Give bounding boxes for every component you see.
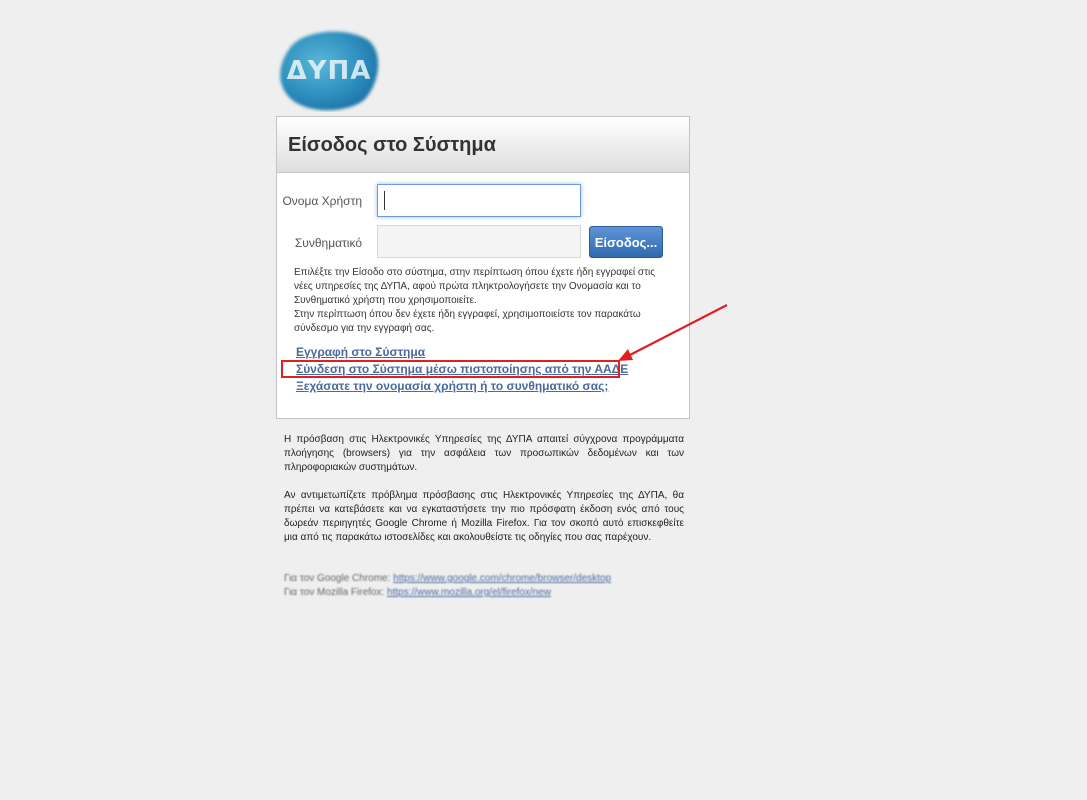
logo-text: ΔΥΠΑ	[286, 56, 372, 86]
username-label: Ονομα Χρήστη	[282, 194, 362, 208]
aade-login-link[interactable]: Σύνδεση στο Σύστημα μέσω πιστοποίησης απ…	[296, 361, 656, 378]
notice-paragraph-2: Αν αντιμετωπίζετε πρόβλημα πρόσβασης στι…	[284, 490, 684, 543]
browser-notice: Η πρόσβαση στις Ηλεκτρονικές Υπηρεσίες τ…	[284, 433, 684, 559]
chrome-download-link[interactable]: https://www.google.com/chrome/browser/de…	[393, 573, 611, 584]
notice-paragraph-1: Η πρόσβαση στις Ηλεκτρονικές Υπηρεσίες τ…	[284, 434, 684, 473]
register-link[interactable]: Εγγραφή στο Σύστημα	[296, 344, 656, 361]
chrome-label: Για τον Google Chrome:	[284, 573, 391, 584]
panel-links: Εγγραφή στο Σύστημα Σύνδεση στο Σύστημα …	[296, 344, 656, 395]
firefox-download-link[interactable]: https://www.mozilla.org/el/firefox/new	[387, 587, 551, 598]
password-label: Συνθηματικό	[294, 236, 362, 250]
firefox-label: Για τον Mozilla Firefox:	[284, 587, 385, 598]
forgot-credentials-link[interactable]: Ξεχάσατε την ονομασία χρήστη ή το συνθημ…	[296, 378, 656, 395]
browser-download-links: Για τον Google Chrome: https://www.googl…	[284, 572, 611, 600]
password-input[interactable]	[377, 225, 581, 258]
panel-title: Είσοδος στο Σύστημα	[277, 117, 689, 173]
text-caret	[384, 191, 385, 210]
login-button[interactable]: Είσοδος...	[589, 226, 663, 258]
username-input[interactable]	[377, 184, 581, 217]
chrome-row: Για τον Google Chrome: https://www.googl…	[284, 572, 611, 586]
login-panel: Είσοδος στο Σύστημα Ονομα Χρήστη Συνθημα…	[276, 116, 690, 419]
firefox-row: Για τον Mozilla Firefox: https://www.moz…	[284, 586, 611, 600]
dypa-logo: ΔΥΠΑ	[276, 28, 382, 112]
red-arrow-icon	[618, 304, 728, 361]
